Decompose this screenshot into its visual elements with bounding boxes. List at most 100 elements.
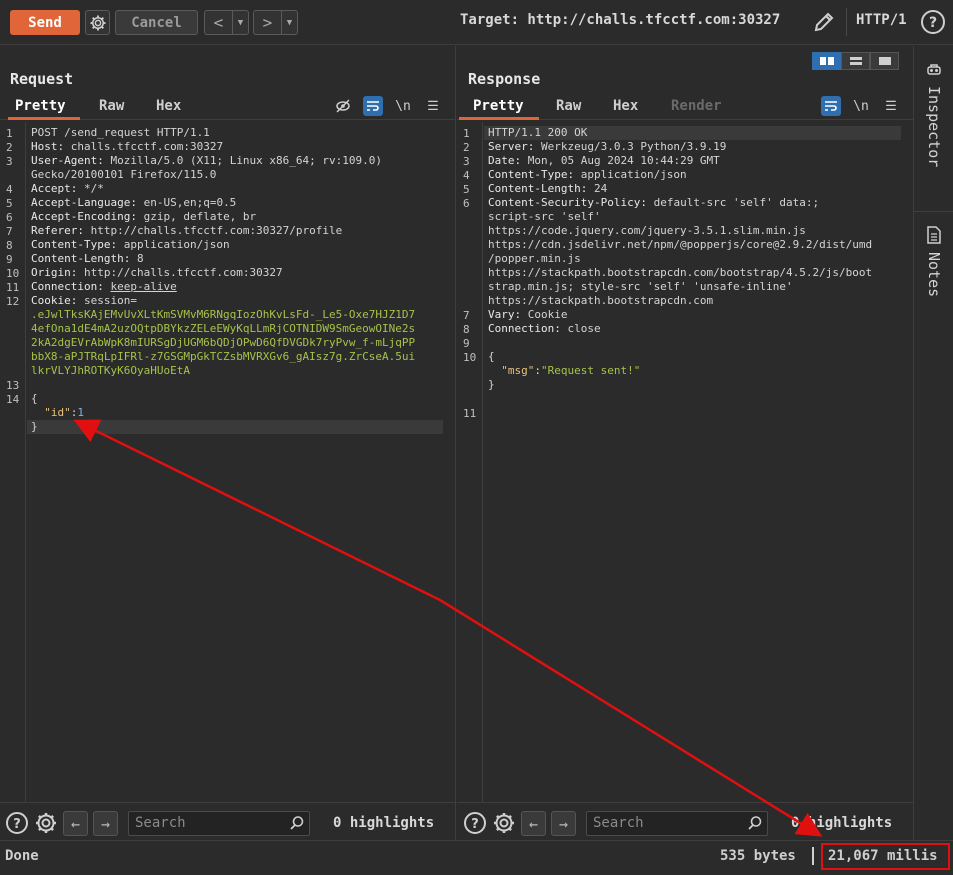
line-number: 12 (6, 295, 20, 308)
header-name: Content-Security-Policy: (488, 196, 654, 209)
header-name: Content-Length: (488, 182, 594, 195)
history-forward-group[interactable]: > ▼ (253, 10, 298, 35)
active-tab-indicator (8, 117, 80, 120)
header-name: Host: (31, 140, 71, 153)
header-name: Content-Length: (31, 252, 137, 265)
line-number: 5 (463, 183, 470, 196)
response-time: 21,067 millis (828, 848, 938, 864)
json-key: "id" (44, 406, 71, 419)
request-search-bar: ? ← → Search 0 highlights (0, 802, 455, 840)
gear-icon (90, 15, 105, 30)
tab-raw[interactable]: Raw (99, 98, 124, 114)
notes-icon (927, 226, 941, 244)
header-name: Content-Type: (31, 238, 124, 251)
notes-label: Notes (925, 252, 943, 298)
code-line: Content-Type: application/json (488, 168, 687, 182)
tab-pretty[interactable]: Pretty (473, 98, 524, 114)
layout-stacked-button[interactable] (841, 52, 870, 70)
code-line: .eJwlTksKAjEMvUvXLtKmSVMvM6RNgqIozOhKvLs… (31, 308, 415, 322)
header-value: keep-alive (110, 280, 177, 293)
header-value: Mon, 05 Aug 2024 10:44:29 GMT (527, 154, 720, 167)
response-size: 535 bytes (720, 848, 796, 864)
line-number: 7 (6, 225, 13, 238)
line-number: 3 (463, 155, 470, 168)
line-number: 4 (6, 183, 13, 196)
tab-render[interactable]: Render (671, 98, 722, 114)
layout-tabs-button[interactable] (870, 52, 899, 70)
word-wrap-icon[interactable] (363, 96, 383, 116)
response-editor[interactable]: 1 HTTP/1.1 200 OK 2 Server: Werkzeug/3.0.3 … (457, 122, 913, 802)
tab-hex[interactable]: Hex (156, 98, 181, 114)
code-line: script-src 'self' (488, 210, 601, 224)
code-text: https://cdn.jsdelivr.net/npm/@popperjs/c… (488, 238, 873, 251)
dropdown-arrow-icon[interactable]: ▼ (232, 11, 248, 34)
history-back-group[interactable]: < ▼ (204, 10, 249, 35)
code-text: HTTP/1.1 200 OK (488, 126, 588, 139)
previous-match-button[interactable]: ← (63, 811, 88, 836)
line-number: 3 (6, 155, 13, 168)
line-number: 11 (463, 407, 477, 420)
send-button[interactable]: Send (10, 10, 80, 35)
code-line: Connection: keep-alive (31, 280, 177, 294)
cookie-value: 4efOna1dE4mA2uzOQtpDBYkzZELeEWyKqLLmRjCO… (31, 322, 416, 335)
layout-side-by-side-button[interactable] (812, 52, 841, 70)
newline-toggle-icon[interactable]: \n (393, 96, 413, 116)
code-line: User-Agent: Mozilla/5.0 (X11; Linux x86_… (31, 154, 382, 168)
menu-icon[interactable]: ☰ (423, 96, 443, 116)
request-pane: Request Pretty Raw Hex \n ☰ 1 POST /send_… (0, 46, 456, 840)
next-match-button[interactable]: → (93, 811, 118, 836)
code-line: bbX8-aPJTRqLpIFRl-z7GSGMpGkTCZsbMVRXGv6_… (31, 350, 415, 364)
search-input[interactable]: Search (586, 811, 768, 836)
help-icon[interactable]: ? (920, 9, 946, 35)
gear-icon[interactable] (492, 811, 516, 835)
dropdown-arrow-icon[interactable]: ▼ (281, 11, 297, 34)
svg-text:?: ? (471, 817, 479, 832)
code-line: { (488, 350, 495, 364)
code-line: 2kA2dgEVrAbWpK8mIURSgDjUGM6bQDjOPwD6QfDV… (31, 336, 415, 350)
line-number: 5 (6, 197, 13, 210)
active-tab-indicator (459, 117, 539, 120)
code-line: Gecko/20100101 Firefox/115.0 (31, 168, 216, 182)
settings-button[interactable] (85, 10, 110, 35)
status-divider (812, 847, 814, 865)
header-value: Mozilla/5.0 (X11; Linux x86_64; rv:109.0… (110, 154, 383, 167)
header-name: Accept-Language: (31, 196, 144, 209)
help-icon[interactable]: ? (5, 811, 29, 835)
cancel-button[interactable]: Cancel (115, 10, 198, 35)
hide-icon[interactable] (333, 96, 353, 116)
tab-hex[interactable]: Hex (613, 98, 638, 114)
target-label: Target: http://challs.tfcctf.com:30327 (460, 12, 781, 28)
help-icon[interactable]: ? (463, 811, 487, 835)
pencil-icon[interactable] (812, 10, 836, 34)
next-match-button[interactable]: → (551, 811, 576, 836)
code-text: { (488, 350, 495, 363)
code-line: } (488, 378, 495, 392)
code-line: https://cdn.jsdelivr.net/npm/@popperjs/c… (488, 238, 872, 252)
search-input[interactable]: Search (128, 811, 310, 836)
tab-raw[interactable]: Raw (556, 98, 581, 114)
code-line: Content-Length: 24 (488, 182, 607, 196)
code-line: } (31, 420, 38, 434)
request-editor[interactable]: 1 POST /send_request HTTP/1.1 2 Host: chall… (0, 122, 455, 802)
previous-match-button[interactable]: ← (521, 811, 546, 836)
response-search-bar: ? ← → Search 0 highlights (457, 802, 913, 840)
newline-toggle-icon[interactable]: \n (851, 96, 871, 116)
header-name: Accept: (31, 182, 84, 195)
inspector-tab[interactable]: Inspector (914, 62, 953, 167)
notes-tab[interactable]: Notes (914, 226, 953, 297)
header-value: 8 (136, 252, 144, 265)
http-version-toggle[interactable]: HTTP/1 (856, 12, 907, 28)
code-line: { (31, 392, 38, 406)
tab-pretty[interactable]: Pretty (15, 98, 66, 114)
menu-icon[interactable]: ☰ (881, 96, 901, 116)
chevron-right-icon[interactable]: > (254, 11, 281, 34)
line-number: 8 (6, 239, 13, 252)
search-icon (290, 816, 304, 830)
word-wrap-icon[interactable] (821, 96, 841, 116)
chevron-left-icon[interactable]: < (205, 11, 232, 34)
code-line: Referer: http://challs.tfcctf.com:30327/… (31, 224, 342, 238)
gear-icon[interactable] (34, 811, 58, 835)
inspector-sidebar: Inspector Notes (913, 46, 953, 840)
